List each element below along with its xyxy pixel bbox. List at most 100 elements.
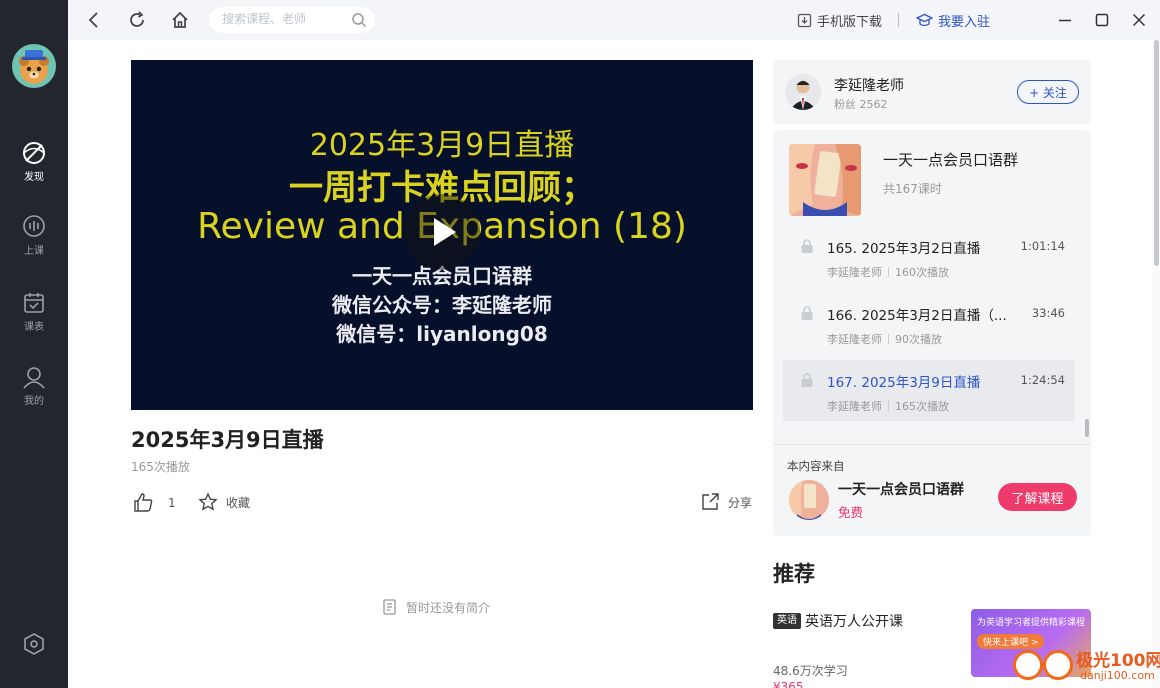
lesson-title: 167. 2025年3月9日直播 (827, 375, 981, 391)
lesson-duration: 33:46 (1031, 306, 1065, 320)
course-lesson-count: 共167课时 (883, 182, 942, 196)
star-icon (198, 492, 218, 511)
play-icon (434, 218, 456, 246)
course-cover-image[interactable] (789, 144, 861, 216)
topbar-separator (898, 13, 899, 27)
back-icon[interactable] (84, 10, 104, 30)
hexagon-settings-icon[interactable] (22, 632, 46, 660)
thumb-caption: 为英语学习者提供精彩课程 (977, 618, 1086, 628)
like-count: 1 (168, 495, 176, 510)
sidebar: 发现 上课 课表 我的 (0, 0, 68, 688)
join-label: 我要入驻 (938, 15, 991, 30)
lesson-meta: 李延隆老师 160次播放 (827, 264, 949, 280)
close-icon[interactable] (1130, 11, 1148, 29)
watermark-circle (1013, 650, 1043, 680)
no-intro-label: 暂时还没有简介 (406, 600, 491, 615)
nav-mine[interactable]: 我的 (0, 364, 68, 407)
no-intro-note: 暂时还没有简介 (381, 598, 490, 616)
lesson-duration: 1:24:54 (1020, 373, 1065, 387)
nav-label: 发现 (24, 172, 44, 183)
slide-line: 微信公众号：李延隆老师 (332, 293, 552, 317)
lesson-meta: 李延隆老师 165次播放 (827, 398, 949, 414)
graduation-cap-icon (916, 13, 933, 27)
search-input[interactable] (222, 12, 342, 26)
video-title: 2025年3月9日直播 (131, 428, 324, 452)
watermark-text: 极光100网 (1076, 651, 1160, 671)
source-course-cover[interactable] (789, 480, 829, 520)
nav-label: 课表 (24, 322, 44, 333)
recommend-tag: 英语 (773, 613, 801, 629)
live-icon (23, 215, 45, 237)
document-icon (383, 599, 396, 615)
page-scrollbar[interactable] (1152, 40, 1160, 688)
watermark-circle (1043, 650, 1073, 680)
page-scrollbar-thumb[interactable] (1154, 40, 1159, 266)
lesson-title: 165. 2025年3月2日直播 (827, 241, 981, 257)
refresh-icon[interactable] (127, 10, 147, 30)
nav-class[interactable]: 上课 (0, 214, 68, 257)
lesson-teacher: 李延隆老师 (827, 400, 882, 413)
lesson-teacher: 李延隆老师 (827, 266, 882, 279)
lock-icon (800, 238, 814, 258)
nav-schedule[interactable]: 课表 (0, 290, 68, 333)
mobile-download-label: 手机版下载 (817, 15, 883, 30)
recommend-heading: 推荐 (773, 562, 815, 586)
recommend-price: ¥365 (773, 680, 804, 688)
lock-icon (800, 305, 814, 325)
teacher-fans: 粉丝 2562 (834, 98, 888, 111)
nav-discover[interactable]: 发现 (0, 140, 68, 183)
divider (773, 444, 1091, 445)
lesson-list-scrollbar[interactable] (1085, 419, 1089, 437)
favorite-label: 收藏 (226, 495, 251, 510)
slide-line: 微信号：liyanlong08 (336, 322, 548, 346)
home-icon[interactable] (170, 10, 190, 30)
share-button[interactable]: 分享 (700, 492, 752, 512)
mobile-download-link[interactable]: 手机版下载 (797, 11, 882, 30)
maximize-icon[interactable] (1093, 11, 1111, 29)
lesson-plays: 165次播放 (895, 400, 949, 413)
course-card: 一天一点会员口语群 共167课时 165. 2025年3月2日直播 1:01:1… (773, 130, 1091, 536)
source-course-name[interactable]: 一天一点会员口语群 (838, 479, 964, 499)
recommend-course-name[interactable]: 英语万人公开课 (805, 611, 903, 631)
teacher-avatar[interactable] (785, 74, 821, 110)
lesson-item[interactable]: 166. 2025年3月2日直播（... 33:46 李延隆老师 90次播放 (783, 293, 1075, 354)
like-button[interactable]: 1 (133, 492, 176, 513)
compass-icon (23, 142, 45, 164)
watermark-url: danji100.com (1080, 669, 1155, 682)
lesson-meta: 李延隆老师 90次播放 (827, 331, 942, 347)
download-icon (797, 13, 812, 28)
share-icon (702, 493, 719, 510)
nav-label: 我的 (24, 396, 44, 407)
source-course-price: 免费 (838, 505, 864, 520)
follow-button[interactable]: + 关注 (1017, 80, 1079, 104)
teacher-name[interactable]: 李延隆老师 (834, 75, 904, 95)
lesson-teacher: 李延隆老师 (827, 333, 882, 346)
lesson-duration: 1:01:14 (1020, 239, 1065, 253)
play-button[interactable] (404, 194, 480, 270)
learn-course-button[interactable]: 了解课程 (998, 483, 1077, 511)
search-icon[interactable] (351, 12, 367, 32)
teacher-card: 李延隆老师 粉丝 2562 + 关注 (773, 60, 1091, 124)
favorite-button[interactable]: 收藏 (198, 492, 250, 512)
video-player[interactable]: 2025年3月9日直播 一周打卡难点回顾； Review and Expansi… (131, 60, 753, 410)
user-avatar[interactable] (12, 44, 56, 88)
nav-label: 上课 (24, 246, 44, 257)
lesson-plays: 160次播放 (895, 266, 949, 279)
minimize-icon[interactable] (1056, 11, 1074, 29)
course-name[interactable]: 一天一点会员口语群 (883, 149, 1018, 170)
calendar-icon (24, 293, 44, 313)
user-icon (23, 367, 45, 389)
lesson-title: 166. 2025年3月2日直播（... (827, 308, 1007, 324)
lock-icon (800, 372, 814, 392)
lesson-plays: 90次播放 (895, 333, 942, 346)
top-bar: 手机版下载 我要入驻 (68, 0, 1160, 40)
play-count: 165次播放 (131, 460, 190, 474)
lesson-item-active[interactable]: 167. 2025年3月9日直播 1:24:54 李延隆老师 165次播放 (783, 360, 1075, 421)
share-label: 分享 (728, 495, 753, 510)
site-watermark-logo: 极光100网 danji100.com (1010, 644, 1160, 688)
lesson-item[interactable]: 165. 2025年3月2日直播 1:01:14 李延隆老师 160次播放 (783, 226, 1075, 287)
search-box[interactable] (209, 7, 375, 33)
thumbs-up-icon (134, 493, 153, 512)
slide-line: 2025年3月9日直播 (309, 128, 575, 163)
join-link[interactable]: 我要入驻 (916, 11, 990, 30)
